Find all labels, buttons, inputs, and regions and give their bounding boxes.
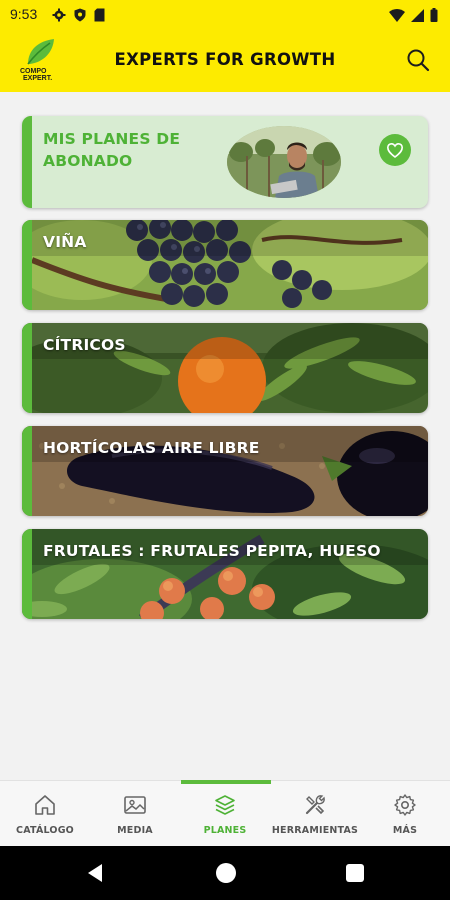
favorite-button[interactable] <box>379 134 411 166</box>
card-label: HORTÍCOLAS AIRE LIBRE <box>43 439 260 457</box>
status-notification-icons <box>52 8 105 22</box>
nav-item-planes[interactable]: PLANES <box>180 781 270 847</box>
logo-line-2: EXPERT. <box>23 75 53 82</box>
tools-icon <box>305 795 325 815</box>
nav-label: CATÁLOGO <box>16 825 74 836</box>
battery-icon <box>430 8 438 22</box>
nav-label: MÁS <box>392 825 418 836</box>
card-citricos[interactable]: CÍTRICOS <box>22 323 428 413</box>
status-system-icons <box>389 8 438 22</box>
cellular-signal-icon <box>411 8 424 22</box>
nav-item-mas[interactable]: MÁS <box>360 781 450 847</box>
active-tab-indicator <box>181 780 271 784</box>
nav-label: MEDIA <box>117 825 153 836</box>
back-icon[interactable] <box>86 863 104 883</box>
search-icon <box>407 49 430 72</box>
nav-label: HERRAMIENTAS <box>271 825 359 836</box>
app-title: EXPERTS FOR GROWTH <box>114 50 336 69</box>
heart-icon <box>387 142 403 158</box>
status-bar: 9:53 <box>0 0 450 30</box>
system-navigation-bar <box>0 846 450 900</box>
app-bar: COMPO EXPERT. EXPERTS FOR GROWTH <box>0 30 450 92</box>
sd-card-icon <box>94 8 105 22</box>
nav-label: PLANES <box>203 825 247 836</box>
settings-gear-icon <box>394 794 416 816</box>
card-label: VIÑA <box>43 233 87 251</box>
bottom-navigation: CATÁLOGO MEDIA PLANES HERRAMIENTAS MÁS <box>0 780 450 846</box>
logo-line-1: COMPO <box>20 68 47 75</box>
layers-icon <box>215 795 235 815</box>
card-label: CÍTRICOS <box>43 336 126 354</box>
image-gallery-icon <box>124 796 146 814</box>
card-horticolas[interactable]: HORTÍCOLAS AIRE LIBRE <box>22 426 428 516</box>
shield-icon <box>74 8 86 22</box>
card-label: FRUTALES : FRUTALES PEPITA, HUESO <box>43 542 381 560</box>
nav-item-catalogo[interactable]: CATÁLOGO <box>0 781 90 847</box>
wifi-icon <box>389 8 405 22</box>
recent-apps-button[interactable] <box>346 864 364 882</box>
card-mis-planes[interactable]: MIS PLANES DE ABONADO <box>22 116 428 208</box>
search-button[interactable] <box>404 46 432 74</box>
card-label: MIS PLANES DE ABONADO <box>43 130 181 170</box>
card-frutales[interactable]: FRUTALES : FRUTALES PEPITA, HUESO <box>22 529 428 619</box>
settings-gear-icon <box>52 8 66 22</box>
nav-item-herramientas[interactable]: HERRAMIENTAS <box>270 781 360 847</box>
home-icon <box>35 795 55 815</box>
logo-text: COMPO EXPERT. <box>20 68 52 82</box>
home-button[interactable] <box>216 863 236 883</box>
nav-item-media[interactable]: MEDIA <box>90 781 180 847</box>
status-time: 9:53 <box>10 6 38 22</box>
card-vina[interactable]: VIÑA <box>22 220 428 310</box>
farmer-photo <box>227 126 341 198</box>
